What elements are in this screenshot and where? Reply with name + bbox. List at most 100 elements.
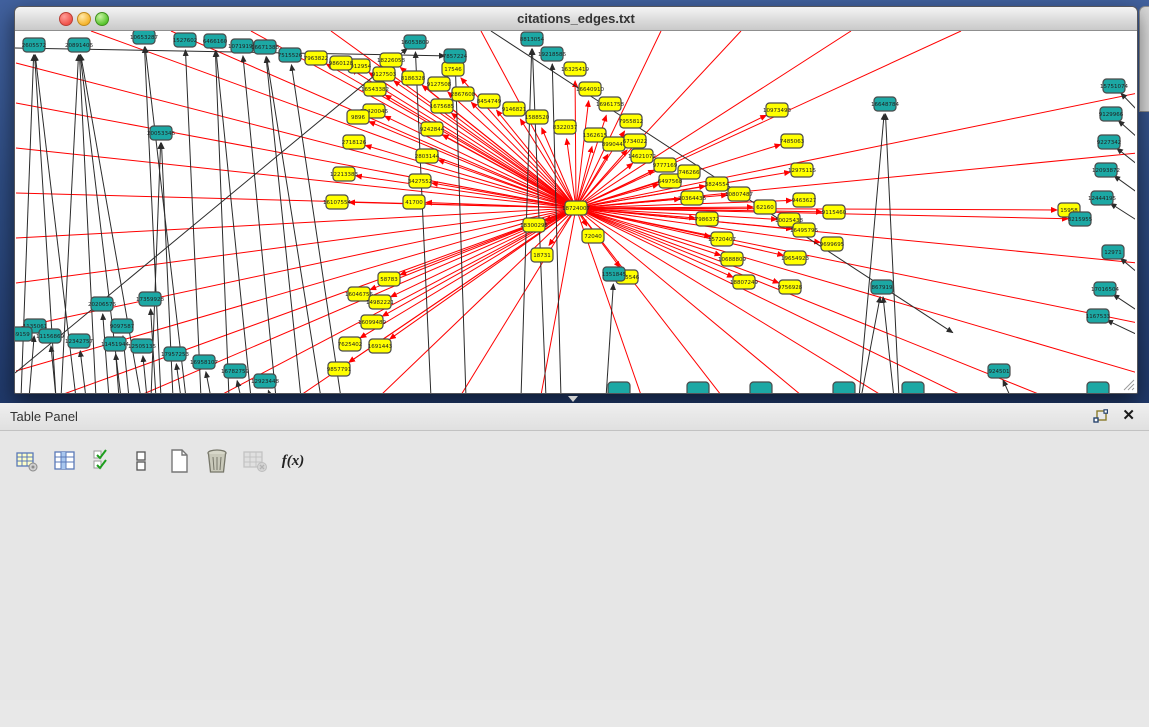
graph-node[interactable] [833,382,855,393]
graph-edge[interactable] [1121,258,1135,273]
graph-node[interactable]: 9115460 [822,205,847,219]
graph-node[interactable]: 9129966 [1099,107,1124,121]
graph-edge[interactable] [16,63,576,208]
graph-node[interactable]: 12923448 [251,374,279,388]
graph-node[interactable]: 17016504 [1091,282,1119,296]
select-all-icon[interactable] [90,448,116,474]
graph-node[interactable]: 16543382 [361,82,389,96]
graph-node[interactable]: 14982221 [366,295,394,309]
graph-node[interactable]: 9699695 [820,237,845,251]
graph-node[interactable]: 9777169 [653,158,678,172]
graph-node[interactable]: 16053809 [401,35,429,49]
graph-node[interactable]: 16782759 [221,364,249,378]
graph-node[interactable]: 9227342 [1097,135,1122,149]
graph-node[interactable]: 16640910 [576,82,604,96]
graph-node[interactable]: 18807249 [730,275,758,289]
graph-edge[interactable] [21,55,34,393]
graph-node[interactable]: 16961758 [596,97,624,111]
float-panel-icon[interactable] [1093,409,1109,425]
graph-node[interactable]: 20364436 [678,191,706,205]
graph-node[interactable]: 16325419 [561,62,589,76]
graph-node[interactable]: 2867608 [451,87,476,101]
graph-node[interactable]: 9896 [347,110,369,124]
graph-edge[interactable] [237,381,241,393]
graph-edge[interactable] [885,114,899,393]
graph-node[interactable]: 8215955 [1068,212,1093,226]
graph-node[interactable]: 18226058 [377,53,405,67]
graph-edge[interactable] [1121,93,1135,111]
graph-node[interactable]: 12975115 [788,163,816,177]
graph-node[interactable]: 2605572 [22,38,47,52]
graph-node[interactable]: 18300295 [520,218,548,232]
graph-node[interactable]: 11451944 [101,337,129,351]
graph-node[interactable]: 10973493 [763,103,791,117]
show-columns-icon[interactable] [52,448,78,474]
graph-node[interactable] [1087,382,1109,393]
graph-edge[interactable] [576,208,1135,323]
graph-node[interactable] [902,382,924,393]
graph-edge[interactable] [103,314,109,393]
graph-node[interactable]: 9127503 [372,67,397,81]
graph-node[interactable] [750,382,772,393]
graph-edge[interactable] [1107,320,1135,335]
graph-node[interactable]: 7857224 [443,49,468,63]
graph-edge[interactable] [266,57,301,393]
graph-edge[interactable] [455,66,466,393]
graph-node[interactable]: 867919 [871,280,893,294]
graph-edge[interactable] [576,93,1135,208]
graph-node[interactable]: 10807487 [725,187,753,201]
graph-node[interactable]: 746266 [678,165,700,179]
graph-node[interactable]: 9860128 [329,56,354,70]
close-panel-icon[interactable]: ✕ [1122,406,1135,424]
graph-node[interactable] [687,382,709,393]
graph-node[interactable]: 72040 [582,229,604,243]
graph-node[interactable]: 17957253 [161,347,189,361]
graph-edge[interactable] [268,390,271,393]
graph-edge[interactable] [206,372,211,393]
graph-edge[interactable] [29,336,34,393]
graph-node[interactable]: 17546 [442,62,464,76]
graph-node[interactable]: 3824554 [705,177,730,191]
graph-node[interactable]: 62160 [754,200,776,214]
graph-edge[interactable] [575,81,576,208]
graph-node[interactable]: 7485063 [780,134,805,148]
graph-edge[interactable] [267,57,321,393]
graph-node[interactable]: 1351845 [602,267,627,281]
graph-edge[interactable] [1114,176,1135,193]
graph-edge[interactable] [221,208,576,393]
graph-edge[interactable] [1110,203,1135,221]
graph-node[interactable]: 12213383 [330,167,358,181]
graph-node[interactable]: 9146821 [502,102,527,116]
graph-node[interactable]: 8186328 [401,71,426,85]
function-builder-icon[interactable]: f(x) [280,448,306,474]
graph-node[interactable]: 8322037 [553,120,578,134]
graph-node[interactable]: 12971 [1102,245,1124,259]
graph-edge[interactable] [291,65,341,393]
graph-node[interactable]: 1675685 [430,99,455,113]
network-canvas[interactable]: 1872400718300295891295418226058912750316… [15,31,1137,393]
graph-node[interactable]: 41700 [403,195,425,209]
graph-edge[interactable] [143,356,147,393]
graph-node[interactable]: 14621072 [628,149,656,163]
graph-node[interactable] [608,382,630,393]
graph-node[interactable]: 1691443 [368,339,393,353]
graph-edge[interactable] [1113,295,1135,311]
graph-edge[interactable] [552,64,561,393]
graph-node[interactable]: 16495796 [790,223,818,237]
graph-node[interactable]: 9756928 [778,280,803,294]
split-pane-handle[interactable] [568,396,578,402]
graph-node[interactable]: 12342757 [65,334,93,348]
graph-node[interactable]: 8454749 [477,94,502,108]
graph-node[interactable]: 9463627 [792,193,817,207]
import-table-icon[interactable] [14,448,40,474]
graph-node[interactable]: 16671388 [251,40,279,54]
window-resize-grip[interactable] [1121,377,1135,391]
graph-node[interactable]: 9857791 [327,362,352,376]
graph-edge[interactable] [16,148,576,208]
graph-node[interactable]: 924501 [988,364,1010,378]
graph-node[interactable]: 10688809 [718,252,746,266]
graph-edge[interactable] [400,208,576,275]
graph-node[interactable]: 19654923 [781,251,809,265]
graph-node[interactable]: 6466160 [203,34,228,48]
graph-edge[interactable] [576,208,1135,373]
